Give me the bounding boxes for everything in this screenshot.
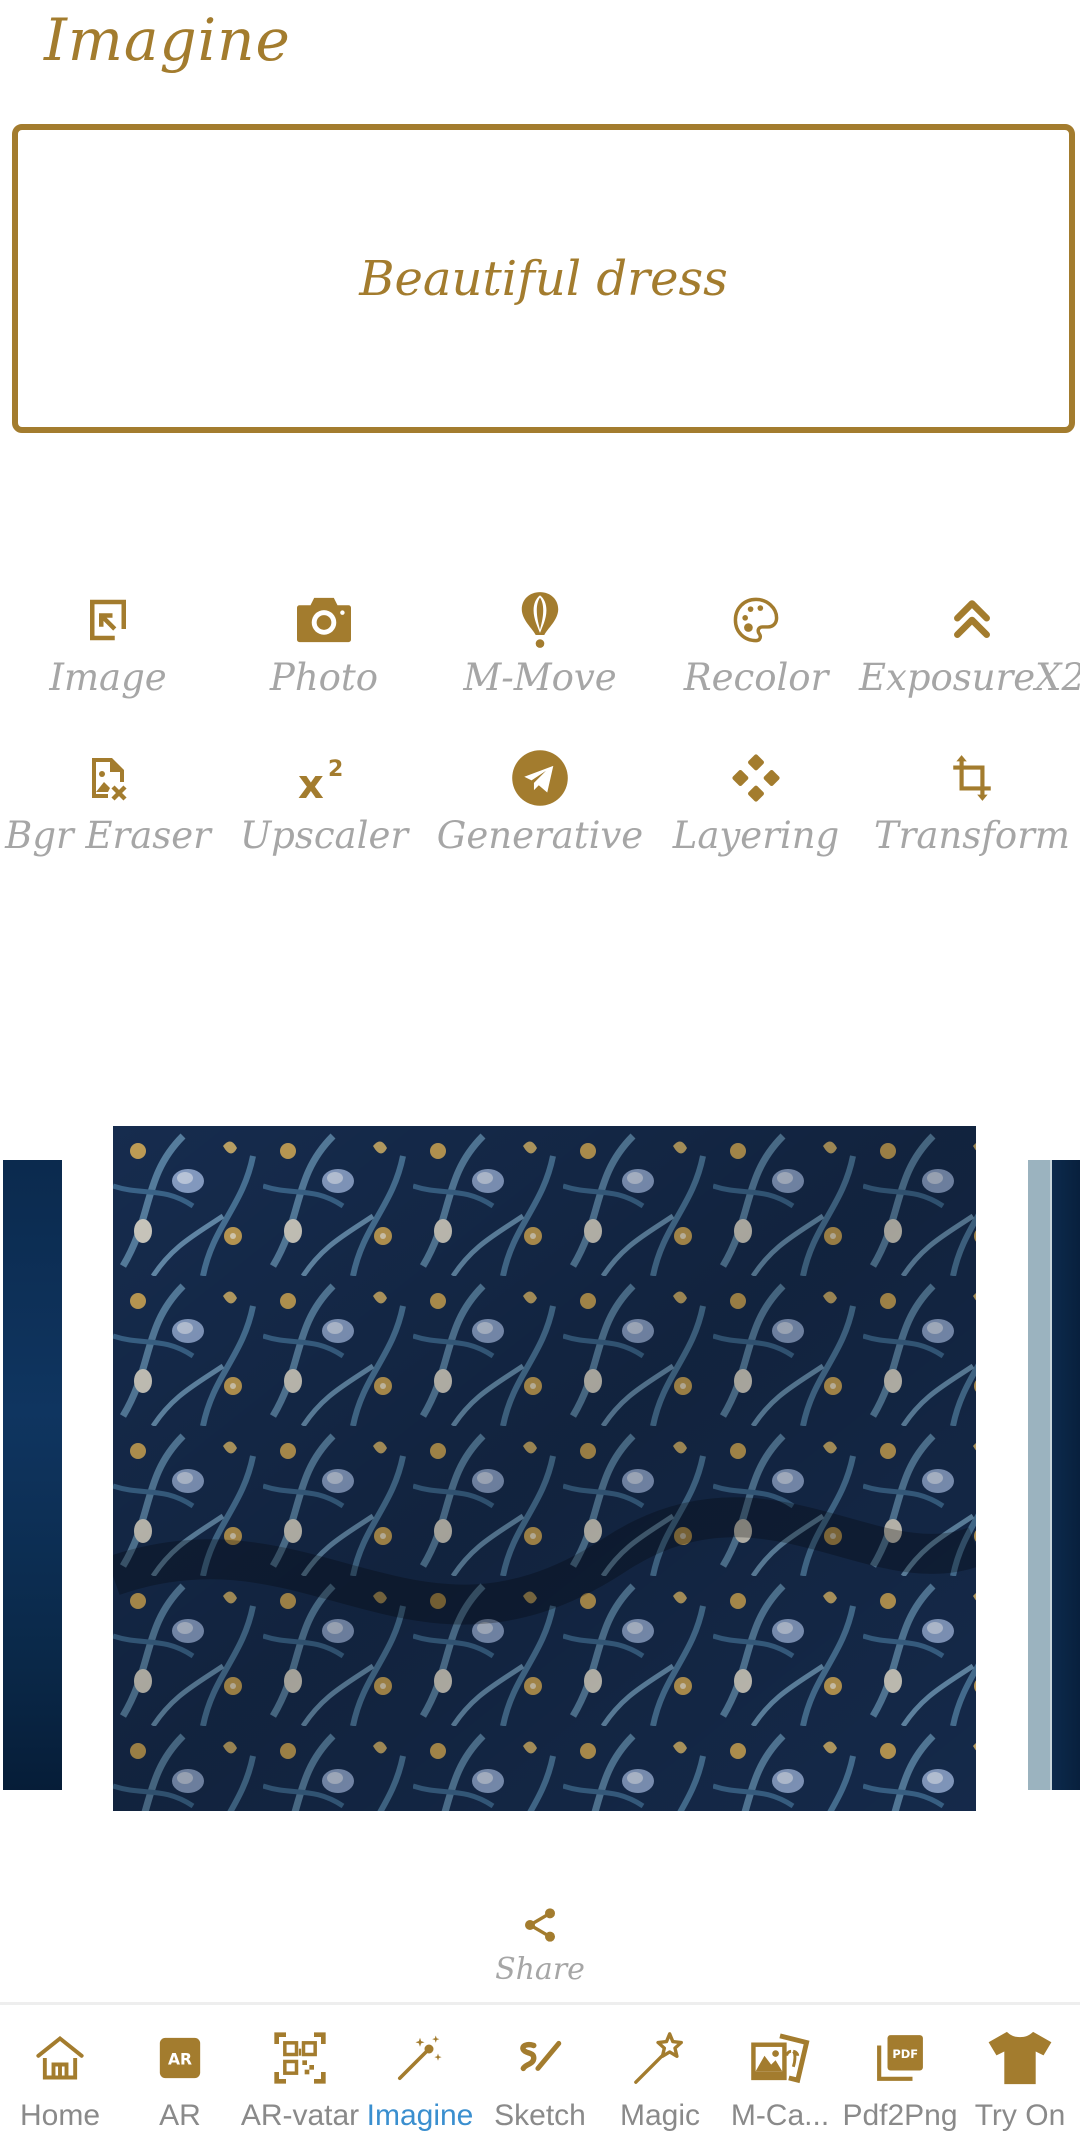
tool-photo[interactable]: Photo [216,590,432,748]
nav-item-try-on[interactable]: Try On [960,2005,1080,2147]
image-import-icon [78,590,138,650]
pdf-icon: PDF [860,2019,940,2097]
nav-item-ar[interactable]: AR AR [120,2005,240,2147]
nav-label: Pdf2Png [842,2099,958,2132]
tool-recolor[interactable]: Recolor [648,590,864,748]
nav-item-imagine[interactable]: Imagine [360,2005,480,2147]
fabric-pattern-image [113,1126,976,1811]
svg-text:AR: AR [168,2050,192,2068]
tool-label: Layering [672,814,840,857]
star-wand-icon [620,2019,700,2097]
camera-icon [294,590,354,650]
nav-item-magic[interactable]: Magic [600,2005,720,2147]
next-image-preview[interactable] [1028,1160,1080,1790]
nav-item-pdf2png[interactable]: PDF Pdf2Png [840,2005,960,2147]
tool-exposurex2[interactable]: ExposureX2 [859,590,1080,748]
nav-label: Magic [619,2099,701,2132]
home-icon [20,2019,100,2097]
qr-scan-icon [260,2019,340,2097]
image-carousel[interactable] [0,1126,1080,1826]
nav-label: AR-vatar [240,2099,360,2132]
tool-layering[interactable]: Layering [648,748,864,906]
double-chevron-up-icon [942,590,1002,650]
nav-label: AR [159,2099,201,2132]
tshirt-icon [980,2019,1060,2097]
page-title: Imagine [44,6,291,74]
tool-transform[interactable]: Transform [864,748,1080,906]
tool-bgr-eraser[interactable]: Bgr Eraser [0,748,216,906]
paper-plane-circle-icon [510,748,570,808]
nav-label: Sketch [494,2099,586,2132]
photo-gallery-icon [740,2019,820,2097]
svg-text:PDF: PDF [892,2047,918,2061]
tool-label: Generative [436,814,644,857]
nav-label: M-Ca... [730,2099,830,2132]
prompt-text: Beautiful dress [359,250,728,307]
previous-image-preview[interactable] [3,1160,62,1790]
palette-icon [726,590,786,650]
share-icon [520,1905,560,1950]
nav-label: Imagine [366,2099,474,2132]
tool-m-move[interactable]: M-Move [432,590,648,748]
tool-image[interactable]: Image [0,590,216,748]
diamond-grid-icon [726,748,786,808]
share-button[interactable]: Share [440,1905,640,1987]
share-label: Share [495,1952,585,1987]
tools-row-2: Bgr Eraser x2 Upscaler Generative Layeri… [0,748,1080,906]
tools-row-1: Image Photo M-Move Recolor ExposureX2 [0,590,1080,748]
nav-label: Home [19,2099,101,2132]
tool-label: Recolor [683,656,829,699]
tool-label: Photo [269,656,379,699]
sketch-brush-icon [500,2019,580,2097]
nav-item-sketch[interactable]: Sketch [480,2005,600,2147]
prompt-box[interactable]: Beautiful dress [12,124,1075,433]
tools-grid: Image Photo M-Move Recolor ExposureX2 Bg… [0,590,1080,906]
tool-label: Upscaler [239,814,409,857]
nav-label: Try On [974,2099,1066,2132]
tool-label: Image [49,656,167,699]
ar-badge-icon: AR [140,2019,220,2097]
superscript-x2-icon: x2 [294,748,354,808]
hot-air-balloon-icon [510,590,570,650]
tool-label: M-Move [463,656,617,699]
crop-rotate-icon [942,748,1002,808]
nav-item-home[interactable]: Home [0,2005,120,2147]
tool-label: Bgr Eraser [5,814,211,857]
nav-item-ar-vatar[interactable]: AR-vatar [240,2005,360,2147]
tool-label: ExposureX2 [858,656,1080,699]
svg-text:2: 2 [328,757,343,782]
tool-label: Transform [874,814,1070,857]
tool-upscaler[interactable]: x2 Upscaler [216,748,432,906]
nav-item-m-camera[interactable]: M-Ca... [720,2005,840,2147]
image-remove-icon [78,748,138,808]
main-image[interactable] [113,1126,976,1811]
tool-generative[interactable]: Generative [432,748,648,906]
bottom-nav: Home AR AR AR-vatar Imagine Sketch Magic [0,2002,1080,2147]
magic-wand-sparkle-icon [380,2019,460,2097]
svg-text:x: x [298,762,324,803]
